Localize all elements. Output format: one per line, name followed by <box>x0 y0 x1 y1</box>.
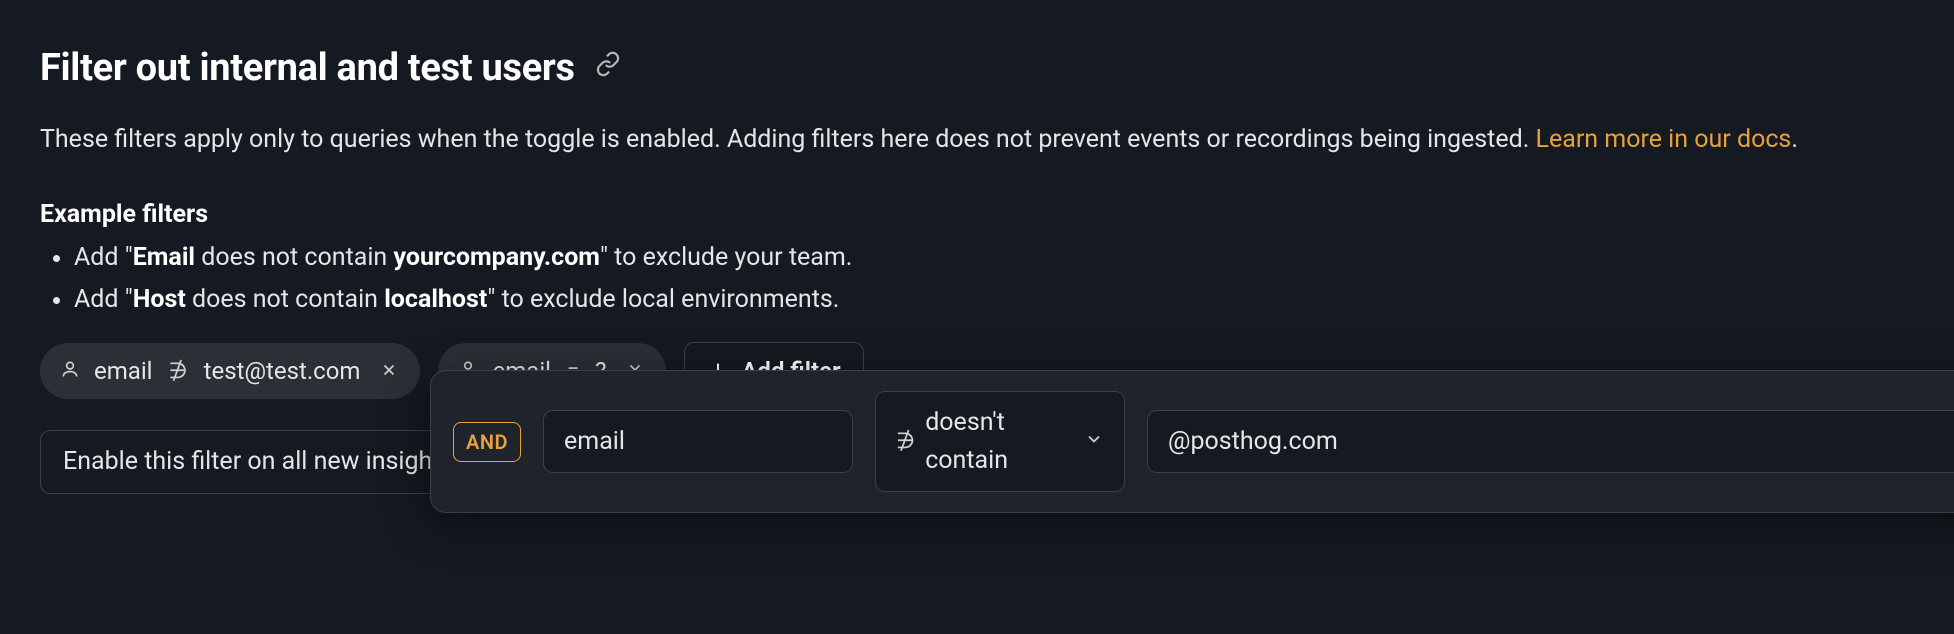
filter-builder-panel: AND email ∌ doesn't contain @posthog.com <box>430 370 1954 513</box>
learn-more-link[interactable]: Learn more in our docs <box>1536 125 1792 154</box>
chip-field: email <box>94 353 153 389</box>
value-text: @posthog.com <box>1168 423 1338 461</box>
person-icon <box>60 353 80 389</box>
description-text: These filters apply only to queries when… <box>40 125 1536 154</box>
examples-list: Add "Email does not contain yourcompany.… <box>40 239 1914 318</box>
description: These filters apply only to queries when… <box>40 121 1914 160</box>
property-value: email <box>564 423 625 461</box>
not-contains-icon: ∌ <box>169 355 188 388</box>
not-contains-icon: ∌ <box>896 425 915 458</box>
operator-select[interactable]: ∌ doesn't contain <box>875 391 1125 492</box>
link-icon[interactable] <box>595 51 621 87</box>
examples-title: Example filters <box>40 196 1914 234</box>
conjunction-pill[interactable]: AND <box>453 422 521 462</box>
example-item: Add "Host does not contain localhost" to… <box>74 281 1914 319</box>
value-input[interactable]: @posthog.com <box>1147 410 1954 474</box>
enable-filter-toggle[interactable]: Enable this filter on all new insight <box>40 430 464 494</box>
chip-value: test@test.com <box>204 353 361 389</box>
chevron-down-icon <box>1084 423 1104 461</box>
operator-label: doesn't contain <box>925 404 1072 479</box>
enable-filter-label: Enable this filter on all new insight <box>63 443 441 481</box>
property-input[interactable]: email <box>543 410 853 474</box>
description-period: . <box>1791 125 1798 154</box>
page-title: Filter out internal and test users <box>40 40 575 97</box>
close-icon[interactable] <box>380 353 398 389</box>
filter-chip[interactable]: email ∌ test@test.com <box>40 343 420 399</box>
example-item: Add "Email does not contain yourcompany.… <box>74 239 1914 277</box>
